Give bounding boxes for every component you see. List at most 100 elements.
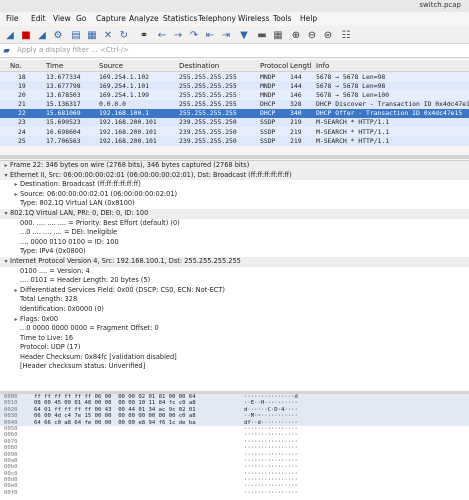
packet-row[interactable]: 23 15.690523 192.168.200.101 239.255.255.25… (0, 117, 469, 128)
expand-arrow-icon[interactable]: ▸ (12, 315, 20, 325)
packet-row[interactable]: 24 16.698604 192.168.200.101 239.255.255.25… (0, 127, 469, 137)
col-source[interactable]: Source (99, 62, 123, 70)
menu-help[interactable]: Help (300, 14, 317, 23)
detail-text: Time to Live: 16 (20, 333, 74, 342)
display-filter-input[interactable]: Apply a display filter ... <Ctrl-/> (17, 46, 129, 54)
detail-line[interactable]: 000. .... .... .... = Priority: Best Eff… (0, 219, 469, 229)
packet-cell-proto: MNDP (260, 72, 276, 81)
detail-line[interactable]: Type: 802.1Q Virtual LAN (0x8100) (0, 199, 469, 209)
detail-line[interactable]: .... 0101 = Header Length: 20 bytes (5) (0, 276, 469, 286)
detail-line[interactable]: Identification: 0x0000 (0) (0, 305, 469, 315)
open-file-icon[interactable]: ▤ (70, 29, 82, 41)
go-to-packet-icon[interactable]: ↷ (188, 29, 200, 41)
detail-text: ...0 0000 0000 0000 = Fragment Offset: 0 (20, 324, 159, 333)
detail-line[interactable]: 0100 .... = Version: 4 (0, 267, 469, 277)
expand-arrow-icon[interactable]: ▸ (12, 286, 20, 296)
menu-view[interactable]: View (53, 14, 71, 23)
packet-cell-dst: 255.255.255.255 (179, 90, 237, 99)
resize-columns-icon[interactable]: ☷ (340, 29, 352, 41)
detail-line[interactable]: Total Length: 328 (0, 295, 469, 305)
hex-ascii: ················ (244, 489, 298, 496)
display-filter-bar[interactable]: ▰ Apply a display filter ... <Ctrl-/> (0, 44, 469, 58)
detail-line[interactable]: Type: IPv4 (0x0800) (0, 247, 469, 257)
restart-capture-icon[interactable]: ◢ (36, 29, 48, 41)
go-forward-icon[interactable]: → (172, 29, 184, 41)
packet-row[interactable]: 21 15.136317 0.0.0.0 255.255.255.255 DHCP 328… (0, 99, 469, 109)
expand-arrow-icon[interactable]: ▾ (2, 209, 10, 219)
detail-line[interactable]: Time to Live: 16 (0, 334, 469, 344)
menu-tools[interactable]: Tools (273, 14, 291, 23)
menu-analyze[interactable]: Analyze (129, 14, 159, 23)
packet-list-scrollbar[interactable] (0, 155, 469, 159)
expand-arrow-icon[interactable]: ▸ (12, 180, 20, 190)
expand-arrow-icon[interactable]: ▾ (2, 171, 10, 181)
detail-line[interactable]: ▾ Ethernet II, Src: 06:00:00:00:02:01 (06… (0, 170, 469, 181)
detail-line[interactable]: ...0 .... .... .... = DEI: Ineligible (0, 228, 469, 238)
menu-wireless[interactable]: Wireless (238, 14, 269, 23)
packet-cell-dst: 255.255.255.255 (179, 109, 237, 118)
menu-telephony[interactable]: Telephony (198, 14, 236, 23)
shark-fin-start-icon[interactable]: ◢ (4, 29, 16, 41)
go-back-icon[interactable]: ← (156, 29, 168, 41)
stop-capture-icon[interactable]: ■ (20, 29, 32, 41)
detail-line[interactable]: ▾ 802.1Q Virtual LAN, PRI: 0, DEI: 0, ID:… (0, 208, 469, 219)
zoom-in-icon[interactable]: ⊕ (290, 29, 302, 41)
detail-text: Flags: 0x00 (20, 314, 59, 323)
menu-edit[interactable]: Edit (31, 14, 46, 23)
col-length[interactable]: Lengtl (290, 62, 312, 70)
detail-line[interactable]: ...0 0000 0000 0000 = Fragment Offset: 0 (0, 324, 469, 334)
autoscroll-icon[interactable]: ▼ (238, 29, 250, 41)
col-no[interactable]: No. (10, 62, 22, 70)
packet-cell-no: 25 (18, 136, 26, 145)
packet-cell-src: 169.254.1.199 (99, 90, 150, 99)
hex-line[interactable]: 00f0 ················ (0, 490, 469, 496)
close-file-icon[interactable]: ✕ (102, 29, 114, 41)
capture-options-icon[interactable]: ⚙ (52, 29, 64, 41)
packet-cell-len: 219 (290, 136, 302, 145)
find-packet-icon[interactable]: ⚭ (138, 29, 150, 41)
packet-details: ▸ Frame 22: 346 bytes on wire (2768 bits)… (0, 160, 469, 391)
detail-line[interactable]: ▾ Internet Protocol Version 4, Src: 192.1… (0, 256, 469, 267)
detail-line[interactable]: ▸ Source: 06:00:00:00:02:01 (06:00:00:00:… (0, 190, 469, 200)
menu-go[interactable]: Go (76, 14, 86, 23)
detail-line[interactable]: ▸ Differentiated Services Field: 0x00 (DS… (0, 286, 469, 296)
col-protocol[interactable]: Protocol (260, 62, 288, 70)
menu-capture[interactable]: Capture (96, 14, 126, 23)
last-packet-icon[interactable]: ⇥ (220, 29, 232, 41)
colorize-icon[interactable]: ▬ (256, 29, 268, 41)
col-destination[interactable]: Destination (179, 62, 219, 70)
detail-text: 000. .... .... .... = Priority: Best Eff… (20, 218, 180, 227)
zoom-reset-icon[interactable]: ⊜ (322, 29, 334, 41)
detail-line[interactable]: [Header checksum status: Unverified] (0, 362, 469, 372)
detail-line[interactable]: ▸ Destination: Broadcast (ff:ff:ff:ff:ff:… (0, 180, 469, 190)
detail-text: 0100 .... = Version: 4 (20, 266, 90, 275)
packet-row[interactable]: 22 15.681069 192.168.100.1 255.255.255.255 D… (0, 108, 469, 118)
expand-arrow-icon[interactable]: ▾ (2, 257, 10, 267)
packet-row[interactable]: 20 13.678503 169.254.1.199 255.255.255.255 M… (0, 90, 469, 100)
menu-statistics[interactable]: Statistics (163, 14, 197, 23)
packet-cell-proto: MNDP (260, 90, 276, 99)
detail-line[interactable]: .... 0000 0110 0100 = ID: 100 (0, 238, 469, 248)
bookmark-icon[interactable]: ▰ (3, 46, 13, 56)
detail-line[interactable]: Protocol: UDP (17) (0, 343, 469, 353)
detail-line[interactable]: Header Checksum: 0x84fc [validation disa… (0, 353, 469, 363)
detail-line[interactable]: ▸ Frame 22: 346 bytes on wire (2768 bits)… (0, 161, 469, 171)
packet-cell-no: 24 (18, 127, 26, 136)
packet-row[interactable]: 18 13.677334 169.254.1.102 255.255.255.255 M… (0, 72, 469, 82)
col-time[interactable]: Time (46, 62, 63, 70)
expand-arrow-icon[interactable]: ▸ (2, 161, 10, 171)
detail-text: .... 0000 0110 0100 = ID: 100 (20, 237, 119, 246)
first-packet-icon[interactable]: ⇤ (204, 29, 216, 41)
packet-cell-dst: 239.255.255.250 (179, 136, 237, 145)
detail-text: Type: 802.1Q Virtual LAN (0x8100) (20, 199, 135, 208)
detail-line[interactable]: ▸ Flags: 0x00 (0, 315, 469, 325)
save-file-icon[interactable]: ▦ (86, 29, 98, 41)
packet-row[interactable]: 19 13.677798 169.254.1.101 255.255.255.255 M… (0, 81, 469, 91)
menu-file[interactable]: File (6, 14, 19, 23)
col-info[interactable]: Info (316, 62, 329, 70)
reload-icon[interactable]: ↻ (118, 29, 130, 41)
expand-arrow-icon[interactable]: ▸ (12, 190, 20, 200)
zoom-out-icon[interactable]: ⊖ (306, 29, 318, 41)
packet-row[interactable]: 25 17.706563 192.168.200.101 239.255.255.25… (0, 136, 469, 146)
columns-icon[interactable]: ▦ (272, 29, 284, 41)
